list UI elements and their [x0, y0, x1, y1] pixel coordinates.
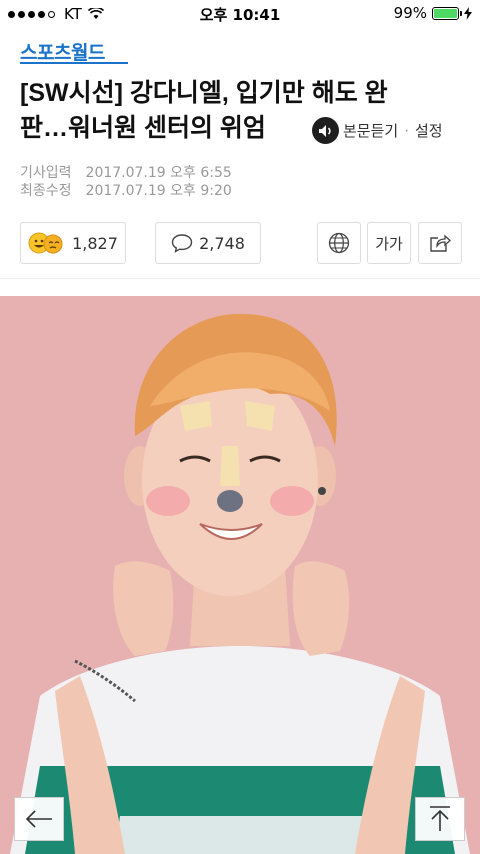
- reactions-button[interactable]: 1,827: [20, 222, 126, 264]
- battery-percent: 99%: [393, 4, 427, 22]
- comments-button[interactable]: 2,748: [155, 222, 261, 264]
- modified-value: 2017.07.19 오후 9:20: [85, 183, 232, 199]
- battery-icon: [432, 6, 462, 20]
- settings-link[interactable]: 설정: [415, 120, 443, 141]
- emoji-faces-icon: [28, 232, 66, 254]
- article-photo: [0, 296, 480, 854]
- translate-button[interactable]: [317, 222, 361, 264]
- comment-bubble-icon: [171, 234, 193, 253]
- published-meta: 기사입력 2017.07.19 오후 6:55: [20, 162, 232, 182]
- battery-group: 99%: [394, 4, 472, 22]
- font-size-button[interactable]: 가가: [367, 222, 411, 264]
- photo-illustration: [0, 296, 480, 854]
- separator-dot: ·: [404, 121, 409, 140]
- modified-meta: 최종수정 2017.07.19 오후 9:20: [20, 180, 232, 200]
- article-title-line1: [SW시선] 강다니엘, 입기만 해도 완: [20, 79, 388, 107]
- charging-icon: [464, 6, 472, 20]
- published-label: 기사입력: [20, 165, 72, 181]
- arrow-up-icon: [430, 806, 450, 831]
- tts-button[interactable]: 본문듣기: [343, 120, 398, 141]
- brand-logo[interactable]: 스포츠월드: [20, 38, 105, 65]
- back-button[interactable]: [14, 797, 64, 841]
- arrow-left-icon: [25, 810, 52, 828]
- action-bar: 1,827 2,748 가가: [20, 222, 462, 264]
- section-divider: [0, 278, 480, 296]
- speaker-icon[interactable]: [312, 117, 339, 144]
- brand-underline: [20, 62, 128, 64]
- published-value: 2017.07.19 오후 6:55: [85, 165, 232, 181]
- font-size-label: 가가: [375, 234, 403, 253]
- tts-controls: 본문듣기 · 설정: [312, 117, 443, 144]
- article-title-line2: 판…워너원 센터의 위엄: [20, 114, 266, 142]
- reactions-count: 1,827: [72, 233, 118, 253]
- share-icon: [430, 234, 451, 252]
- share-button[interactable]: [418, 222, 462, 264]
- globe-icon: [328, 232, 350, 254]
- scroll-top-button[interactable]: [415, 797, 465, 841]
- status-bar: KT 오후 10:41 99%: [0, 0, 480, 28]
- comments-count: 2,748: [199, 233, 245, 253]
- modified-label: 최종수정: [20, 183, 72, 199]
